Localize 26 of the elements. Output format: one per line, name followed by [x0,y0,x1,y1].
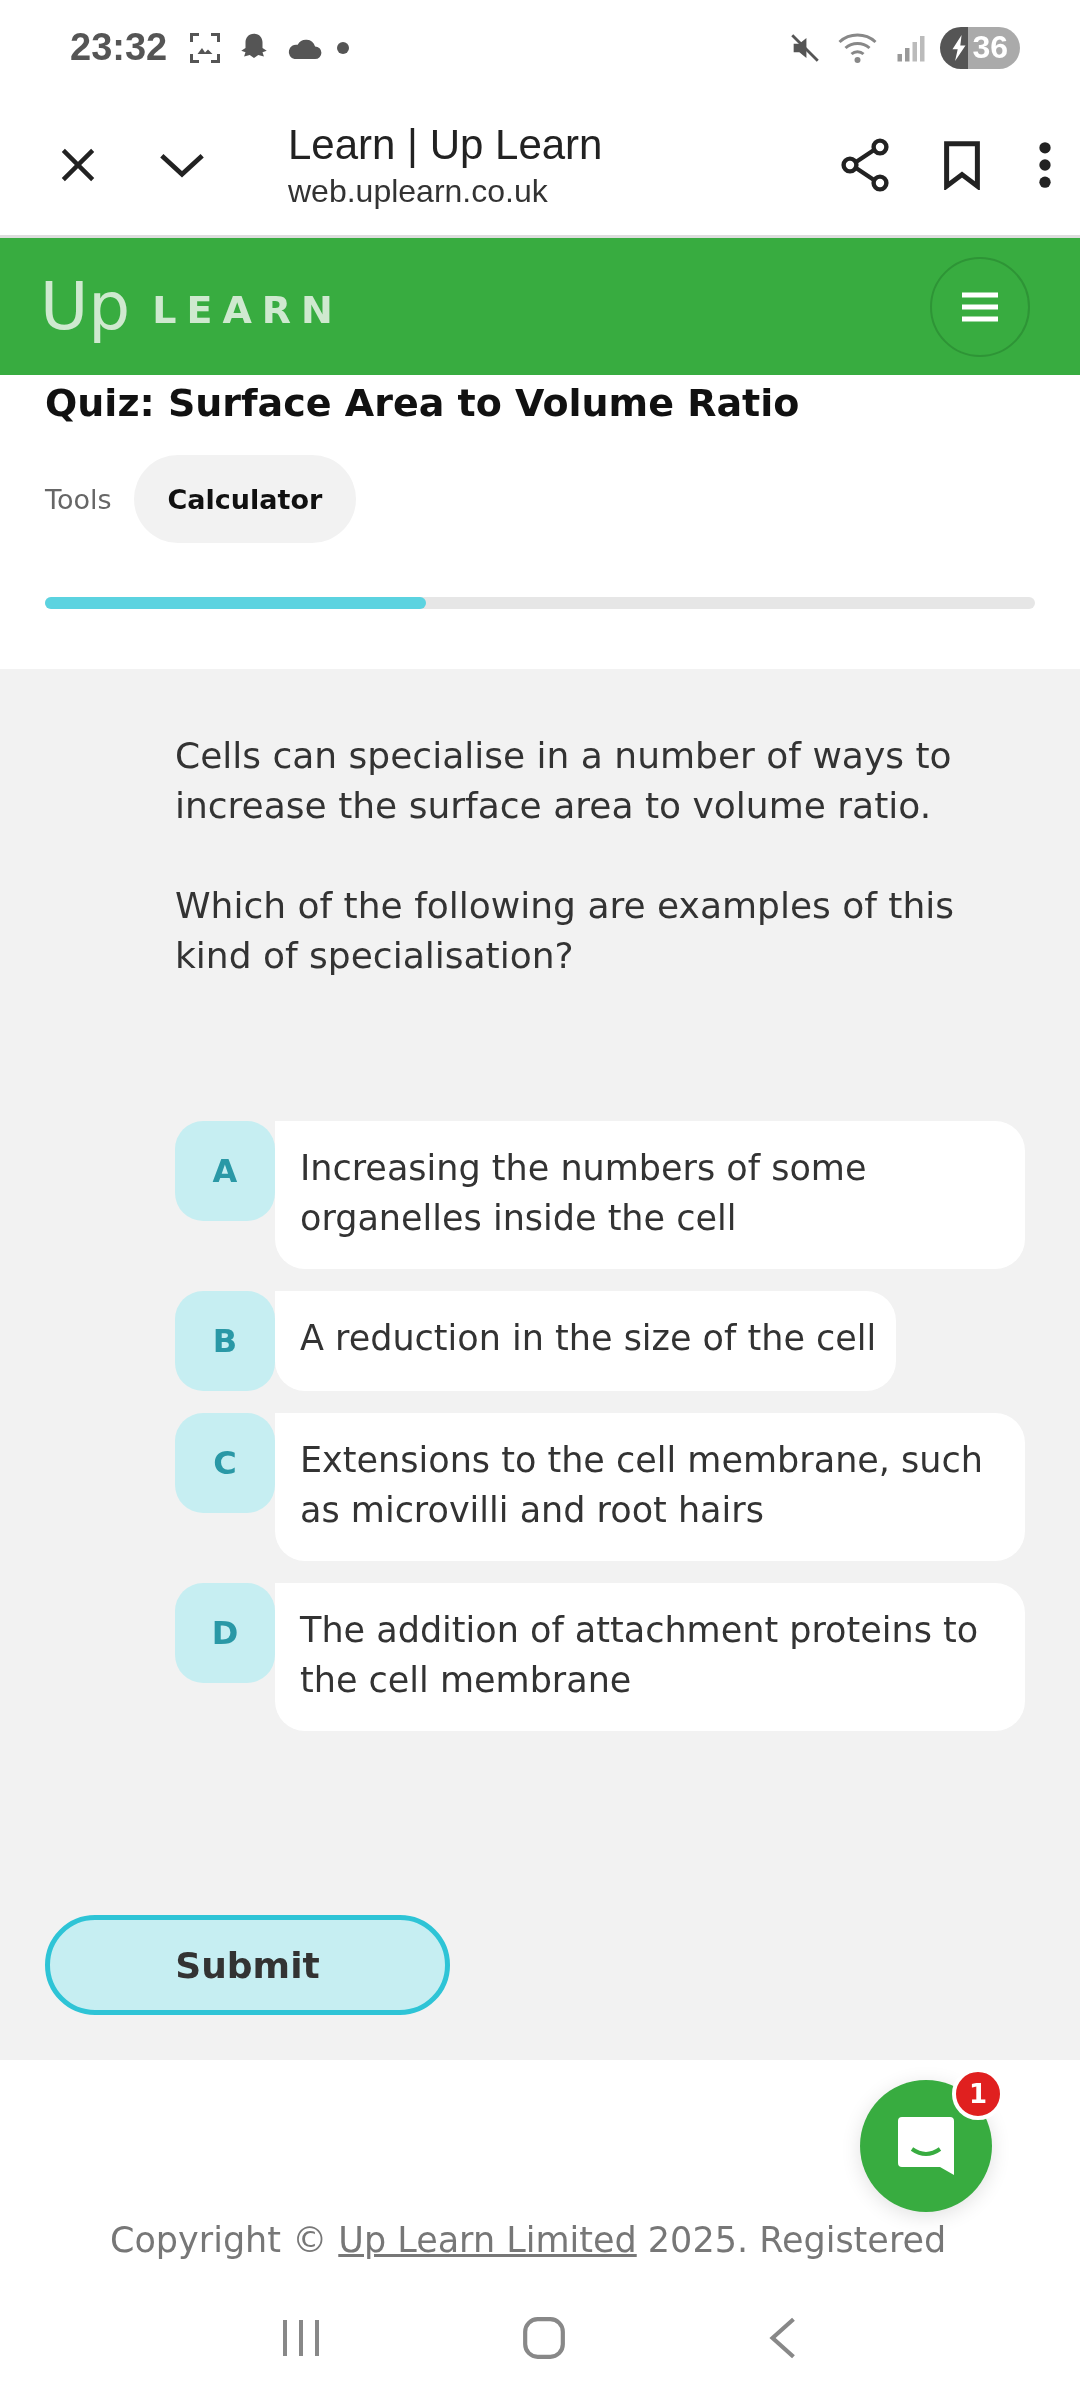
page-url: web.uplearn.co.uk [288,172,549,210]
menu-button[interactable] [930,256,1030,357]
answer-option[interactable]: The addition of attachment proteins to the cell membrane [275,1583,1025,1731]
menu-icon [960,290,1000,323]
dot-icon [337,41,350,54]
submit-button[interactable]: Submit [45,1915,450,2015]
answer-option[interactable]: A reduction in the size of the cell [275,1291,897,1391]
calculator-button[interactable]: Calculator [133,455,357,543]
battery-level: 36 [972,29,1008,66]
answer-option[interactable]: Increasing the numbers of some organelles inside the cell [275,1121,1025,1269]
more-icon[interactable] [1038,141,1052,189]
option-letter: C [175,1413,275,1513]
company-link[interactable]: Up Learn Limited [338,2220,637,2260]
question-text: Cells can specialise in a number of ways to increase the surface area to volume ratio. [175,734,953,828]
question-text: Which of the following are examples of this kind of specialisation? [175,884,956,978]
option-letter: D [175,1583,275,1683]
tools-label: Tools [45,483,112,515]
page-title: Learn | Up Learn [288,120,604,169]
bookmark-icon[interactable] [942,140,982,190]
option-letter: B [175,1291,275,1391]
option-letter: A [175,1121,275,1221]
home-icon[interactable] [521,2314,567,2361]
clock: 23:32 [70,26,168,69]
quiz-title: Quiz: Surface Area to Volume Ratio [45,381,801,425]
answer-option[interactable]: Extensions to the cell membrane, such as microvilli and root hairs [275,1413,1025,1561]
copyright-text: Copyright © Up Learn Limited 2025. Registered [110,2220,948,2260]
